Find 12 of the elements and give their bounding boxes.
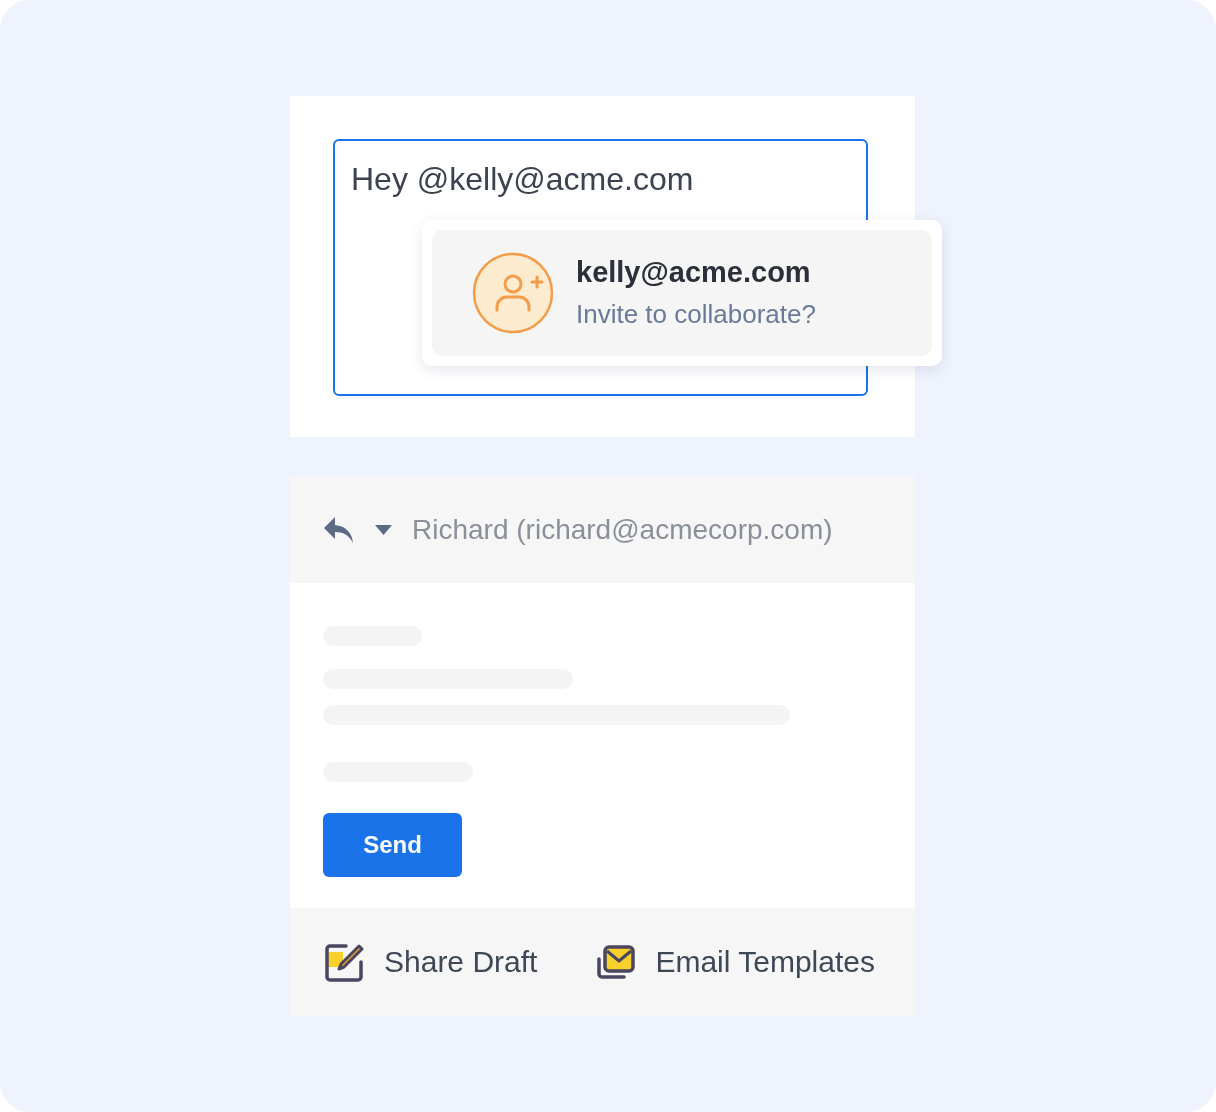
reply-icon[interactable]: [323, 515, 354, 544]
footer-action[interactable]: Share Draft: [324, 942, 538, 982]
send-button[interactable]: Send: [323, 813, 462, 877]
recipient: Richard (richard@acmecorp.com): [412, 513, 833, 546]
invite-prompt: Invite to collaborate?: [576, 299, 816, 330]
suggestion-email: kelly@acme.com: [576, 256, 812, 289]
caret-icon[interactable]: [375, 524, 392, 535]
edit-icon: [324, 942, 364, 982]
add-user-icon: [472, 252, 554, 334]
footer-action[interactable]: Email Templates: [595, 945, 875, 979]
envelope-stack-icon: [595, 945, 636, 979]
mention-popup[interactable]: kelly@acme.com Invite to collaborate?: [422, 220, 942, 366]
